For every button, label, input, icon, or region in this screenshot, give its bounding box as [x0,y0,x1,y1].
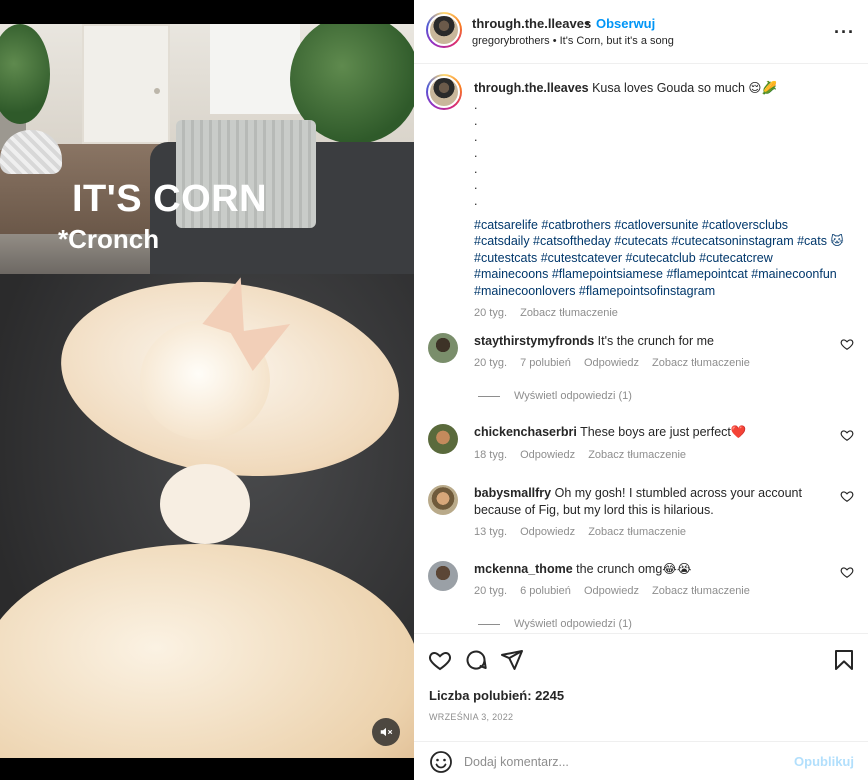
comments-scroll-area[interactable]: through.the.lleaves Kusa loves Gouda so … [414,65,868,633]
comment-time[interactable]: 18 tyg. [474,449,507,461]
comment-time[interactable]: 20 tyg. [474,585,507,597]
post-actions: Liczba polubień: 2245 WRZEŚNIA 3, 2022 [414,633,868,745]
translate-link[interactable]: Zobacz tłumaczenie [588,449,686,461]
author-avatar[interactable] [426,12,462,48]
comment-body: babysmallfry Oh my gosh! I stumbled acro… [474,485,834,518]
speaker-muted-glyph [380,727,393,737]
translate-link[interactable]: Zobacz tłumaczenie [652,585,750,597]
video-overlay-title: IT'S CORN [72,178,268,220]
comment-composer: Opublikuj [414,741,868,780]
caption-time[interactable]: 20 tyg. [474,307,507,319]
comment-avatar[interactable] [428,485,458,515]
comment-like-heart-icon[interactable] [840,337,854,351]
caption-dot: . [474,97,478,112]
comment-meta: 20 tyg. 7 polubień Odpowiedz Zobacz tłum… [474,357,760,369]
author-username[interactable]: through.the.lleaves [472,16,591,31]
comment-avatar[interactable] [428,424,458,454]
comment-text: It's the crunch for me [597,334,714,348]
audio-attribution[interactable]: gregorybrothers • It's Corn, but it's a … [472,35,674,47]
caption-text: Kusa loves Gouda so much 😌🌽 [592,81,778,95]
caption-dot: . [474,177,478,192]
comment-meta: 13 tyg. Odpowiedz Zobacz tłumaczenie [474,526,696,538]
more-horizontal-icon[interactable]: ··· [834,22,855,43]
share-icon[interactable] [500,648,524,672]
caption-dot: . [474,113,478,128]
translate-link[interactable]: Zobacz tłumaczenie [588,526,686,538]
video-overlay-subtitle: *Cronch [58,224,160,254]
post-header: through.the.lleaves • Obserwuj gregorybr… [414,0,868,64]
video-frame[interactable]: IT'S CORN *Cronch [0,24,414,758]
replies-line [478,623,500,625]
comment-input[interactable] [464,750,784,774]
comment-like-heart-icon[interactable] [840,489,854,503]
comment-time[interactable]: 20 tyg. [474,357,507,369]
caption-hashtags[interactable]: #catsarelife #catbrothers #catloversunit… [474,217,844,300]
caption-meta: 20 tyg. Zobacz tłumaczenie [474,305,844,322]
replies-line [478,395,500,397]
comment-icon[interactable] [464,648,488,672]
comment-likes[interactable]: 6 polubień [520,585,571,597]
heart-icon[interactable] [428,648,452,672]
comment-like-heart-icon[interactable] [840,428,854,442]
post-date[interactable]: WRZEŚNIA 3, 2022 [429,712,513,722]
comment-body: chickenchaserbri These boys are just per… [474,424,834,441]
comment-avatar[interactable] [428,561,458,591]
bookmark-icon[interactable] [832,648,856,672]
comment-meta: 20 tyg. 6 polubień Odpowiedz Zobacz tłum… [474,585,760,597]
reply-button[interactable]: Odpowiedz [584,585,639,597]
reply-button[interactable]: Odpowiedz [520,526,575,538]
caption-avatar[interactable] [426,74,462,110]
comment-body: mckenna_thome the crunch omg😂😭 [474,561,834,578]
comment-body: staythirstymyfronds It's the crunch for … [474,333,834,350]
comment-item: babysmallfry Oh my gosh! I stumbled acro… [428,485,858,545]
emoji-icon[interactable] [429,750,453,774]
follow-button[interactable]: Obserwuj [596,16,655,31]
comment-text: These boys are just perfect❤️ [580,425,747,439]
comment-username[interactable]: mckenna_thome [474,562,573,576]
view-replies-button[interactable]: Wyświetl odpowiedzi (1) [478,618,632,630]
post-details-panel: through.the.lleaves • Obserwuj gregorybr… [414,0,868,780]
view-replies-label: Wyświetl odpowiedzi (1) [514,618,632,630]
comment-username[interactable]: staythirstymyfronds [474,334,594,348]
view-replies-label: Wyświetl odpowiedzi (1) [514,390,632,402]
comment-like-heart-icon[interactable] [840,565,854,579]
caption-dot: . [474,129,478,144]
caption-dot: . [474,145,478,160]
caption-translate-link[interactable]: Zobacz tłumaczenie [520,307,618,319]
reply-button[interactable]: Odpowiedz [584,357,639,369]
caption-username[interactable]: through.the.lleaves [474,81,589,95]
post-comment-button[interactable]: Opublikuj [794,754,854,769]
post-media[interactable]: IT'S CORN *Cronch [0,0,414,780]
comment-avatar[interactable] [428,333,458,363]
background-door [82,24,170,144]
post-caption: through.the.lleaves Kusa loves Gouda so … [474,80,844,322]
speaker-muted-icon[interactable] [372,718,400,746]
comment-username[interactable]: babysmallfry [474,486,551,500]
likes-count[interactable]: Liczba polubień: 2245 [429,688,564,703]
comment-username[interactable]: chickenchaserbri [474,425,577,439]
view-replies-button[interactable]: Wyświetl odpowiedzi (1) [478,390,632,402]
caption-dots: . . . . . . . [474,97,844,209]
header-separator: • [585,16,590,31]
reply-button[interactable]: Odpowiedz [520,449,575,461]
background-window [210,24,300,114]
comment-item: chickenchaserbri These boys are just per… [428,424,858,474]
comment-meta: 18 tyg. Odpowiedz Zobacz tłumaczenie [474,449,696,461]
comment-time[interactable]: 13 tyg. [474,526,507,538]
comment-likes[interactable]: 7 polubień [520,357,571,369]
translate-link[interactable]: Zobacz tłumaczenie [652,357,750,369]
cat-paw [160,464,250,544]
caption-dot: . [474,161,478,176]
instagram-post-modal: IT'S CORN *Cronch through.the.lleaves • … [0,0,868,780]
comment-text: the crunch omg😂😭 [576,562,692,576]
caption-dot: . [474,193,478,208]
